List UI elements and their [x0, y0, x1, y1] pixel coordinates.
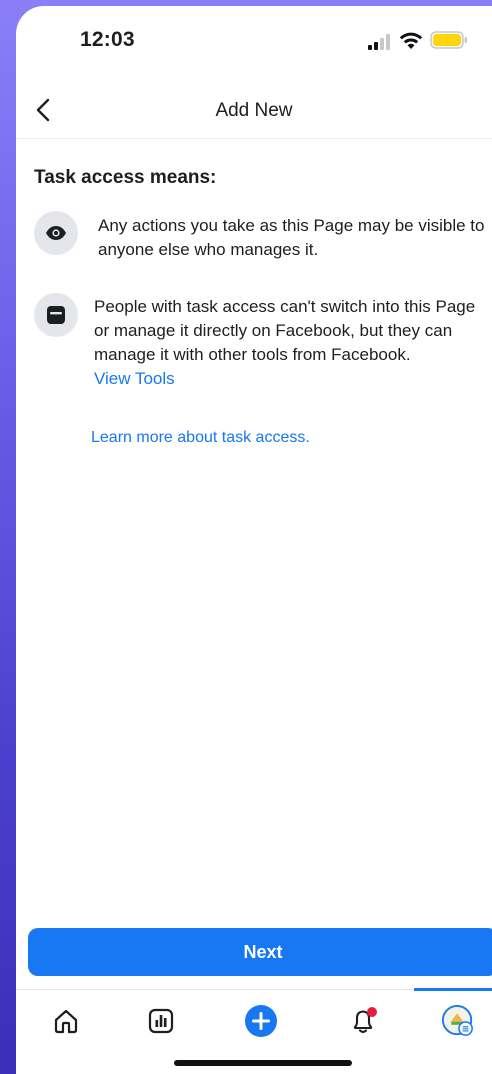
- home-indicator[interactable]: [174, 1060, 352, 1066]
- phone-screen: 12:03 Add New Task access means: Any act…: [16, 6, 492, 1074]
- learn-more-link[interactable]: Learn more about task access.: [91, 429, 310, 447]
- battery-low-icon: [430, 31, 467, 49]
- next-button[interactable]: Next: [28, 928, 492, 976]
- tab-bar: [16, 988, 492, 1048]
- active-tab-indicator: [414, 988, 492, 991]
- tools-icon: [47, 306, 65, 324]
- tab-create[interactable]: [244, 1004, 278, 1038]
- icon-circle: [34, 293, 78, 337]
- navigation-header: Add New: [16, 82, 492, 139]
- status-bar: 12:03: [16, 6, 492, 80]
- home-icon: [54, 1009, 78, 1034]
- bar-chart-icon: [148, 1008, 174, 1034]
- section-heading: Task access means:: [34, 167, 217, 188]
- info-text: People with task access can't switch int…: [94, 295, 486, 391]
- plus-circle-icon: [245, 1005, 277, 1037]
- notification-badge: [367, 1007, 377, 1017]
- cellular-signal-icon: [368, 34, 390, 50]
- tab-insights[interactable]: [144, 1004, 178, 1038]
- view-tools-link[interactable]: View Tools: [94, 367, 175, 391]
- bell-icon: [353, 1007, 377, 1034]
- status-time: 12:03: [80, 28, 135, 51]
- eye-icon: [46, 226, 66, 240]
- tab-home[interactable]: [49, 1004, 83, 1038]
- info-text: Any actions you take as this Page may be…: [98, 216, 485, 259]
- page-title: Add New: [215, 100, 293, 121]
- tab-notifications[interactable]: [347, 1004, 381, 1038]
- page-avatar-icon: [441, 1004, 473, 1036]
- icon-circle: [34, 211, 78, 255]
- tab-profile[interactable]: [441, 1004, 475, 1038]
- wifi-icon: [399, 32, 423, 49]
- info-text-body: People with task access can't switch int…: [94, 297, 476, 364]
